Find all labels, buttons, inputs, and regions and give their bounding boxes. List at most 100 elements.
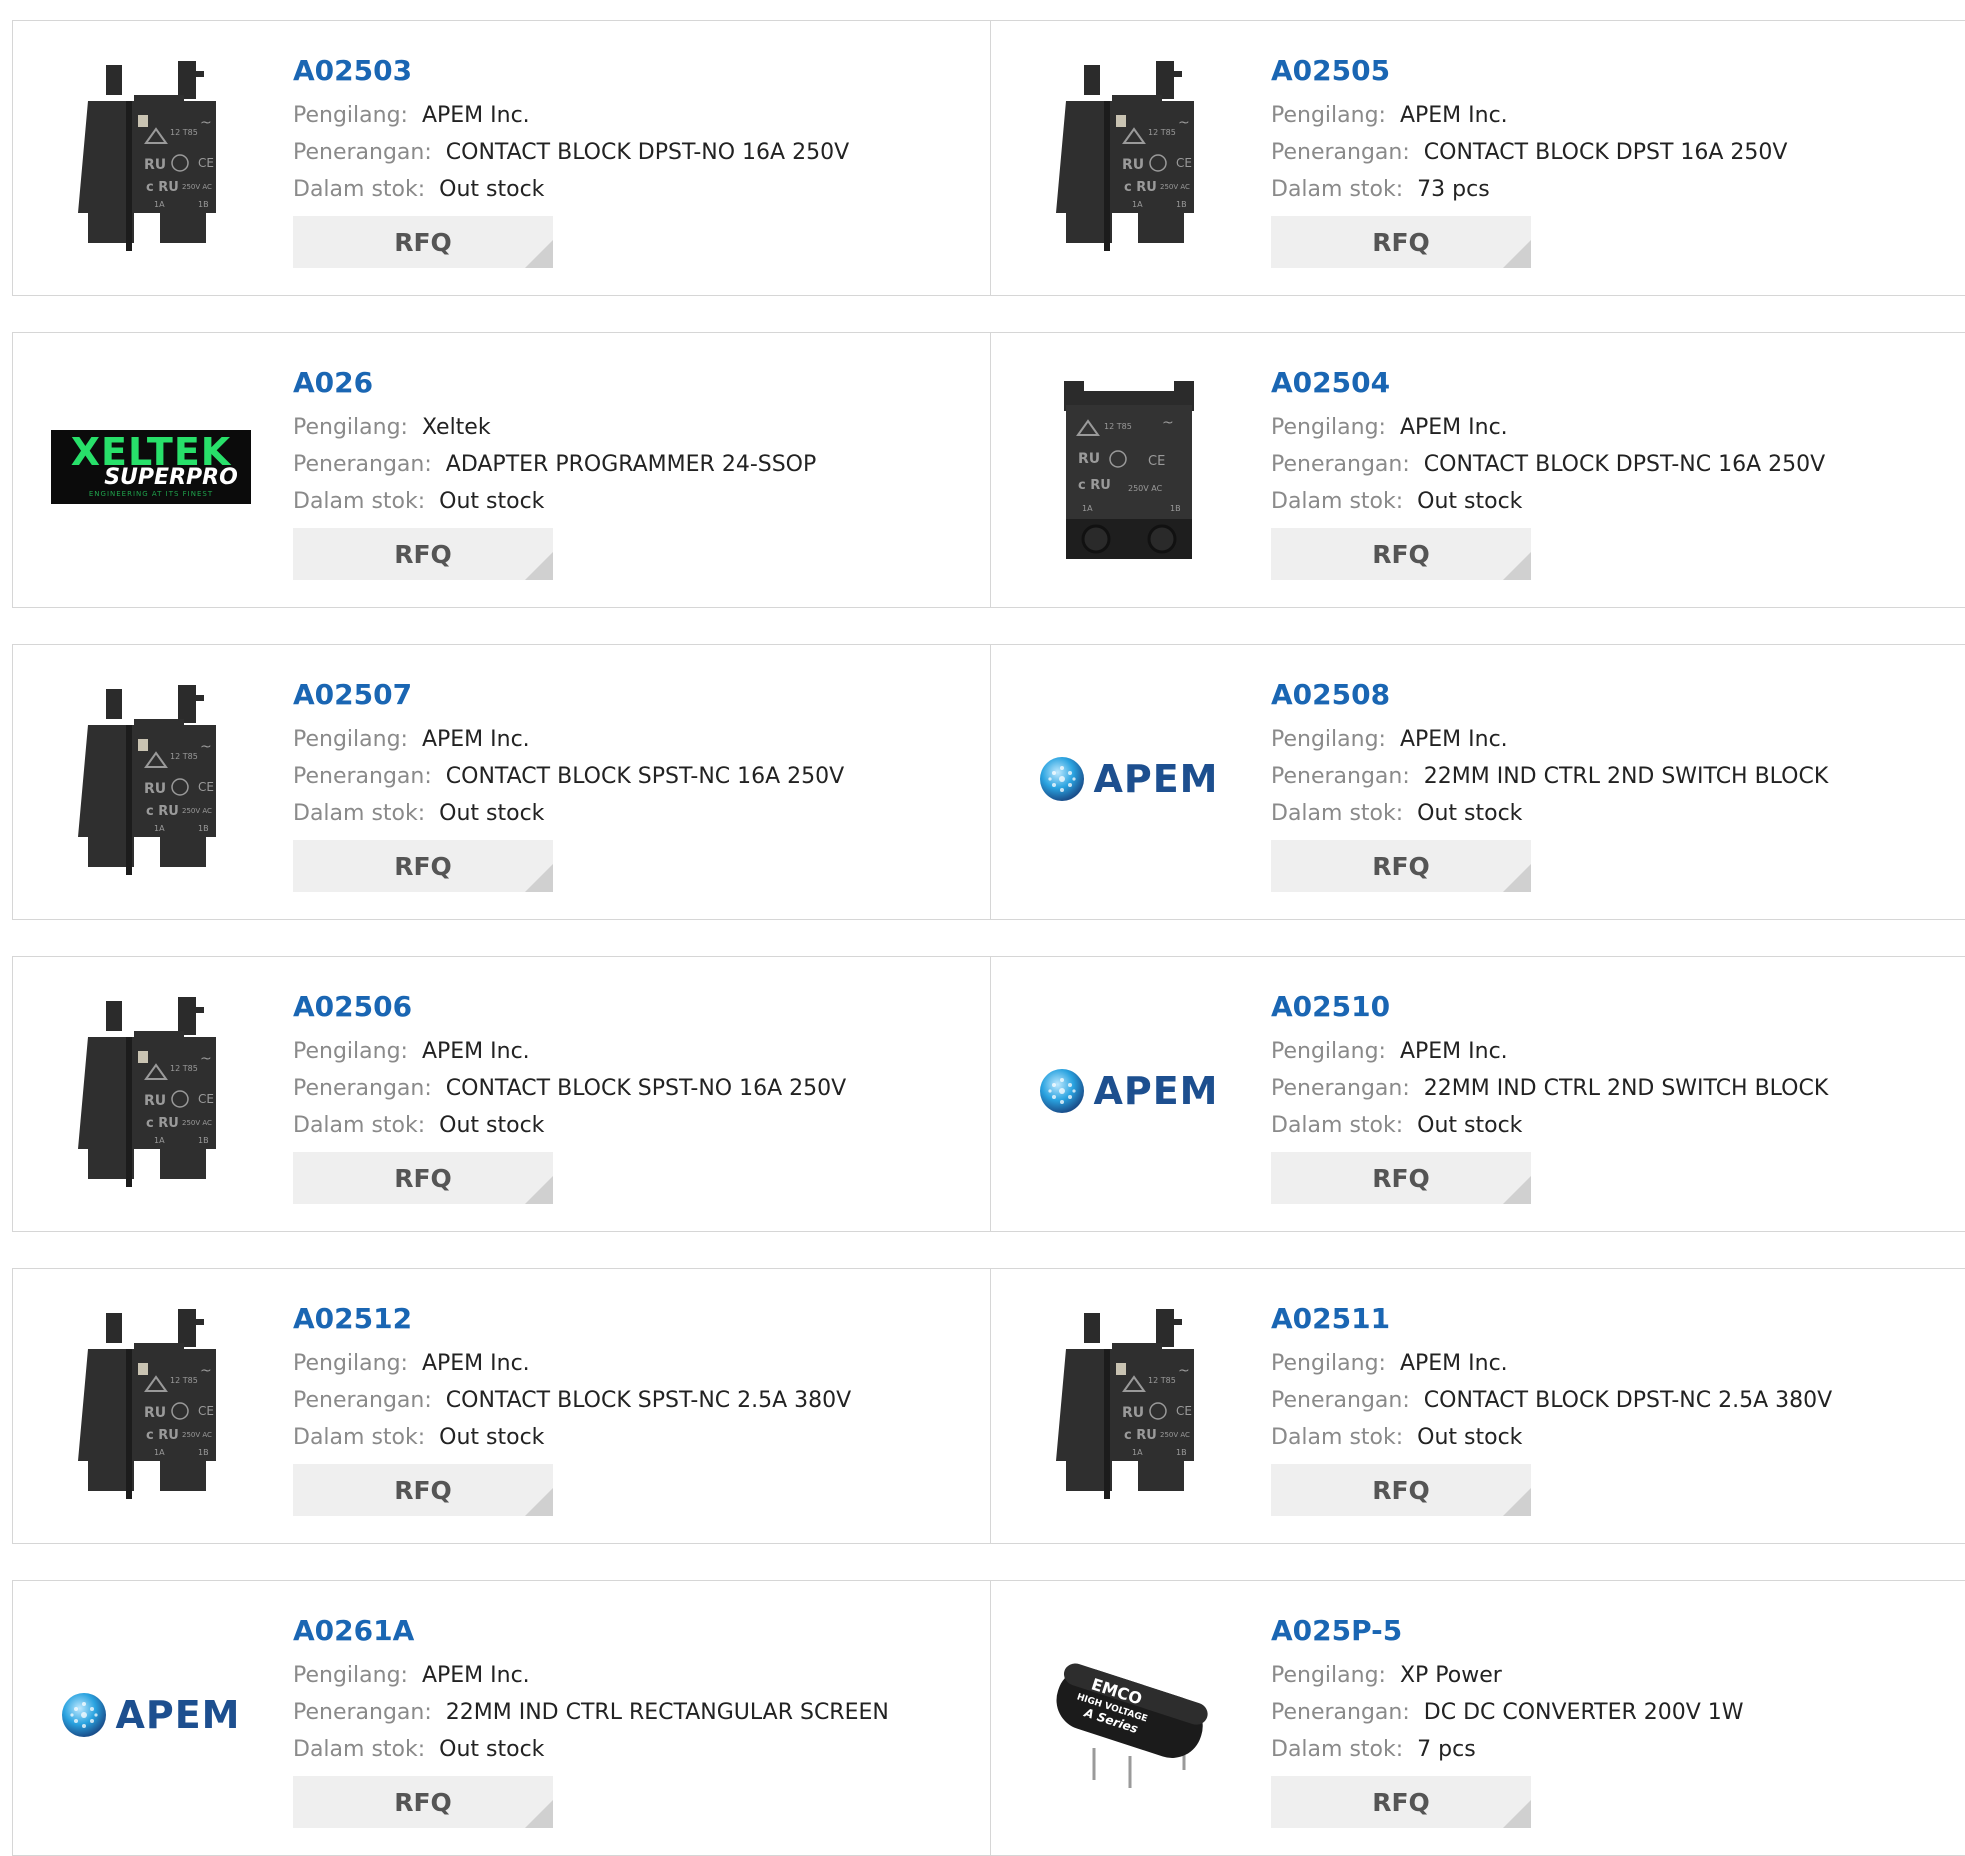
rfq-button-label: RFQ (394, 227, 452, 257)
rfq-corner-decoration (525, 1176, 553, 1204)
product-info: A02512 Pengilang: APEM Inc. Penerangan: CONT… (293, 1299, 851, 1516)
manufacturer-value: APEM Inc. (1399, 103, 1508, 128)
product-thumbnail[interactable]: XELTEK SUPERPRO ENGINEERING AT ITS FINEST (51, 367, 251, 567)
description-label: Penerangan: (293, 1388, 432, 1413)
svg-text:250V AC: 250V AC (1160, 183, 1190, 191)
product-row: 12 T85 ~ RU CE c RU 250V AC 1A 1B A02512… (12, 1268, 1965, 1544)
manufacturer-label: Pengilang: (293, 1039, 408, 1064)
product-card: 12 T85 ~ RU CE c RU 250V AC 1A 1B A02507… (13, 645, 991, 919)
product-row: 12 T85 ~ RU CE c RU 250V AC 1A 1B A02503… (12, 20, 1965, 296)
rfq-button[interactable]: RFQ (1271, 840, 1531, 892)
stock-line: Dalam stok: Out stock (293, 1107, 846, 1144)
product-thumbnail[interactable]: 12 T85 ~ RU CE c RU 250V AC 1A 1B (51, 55, 251, 255)
part-number-link[interactable]: A02508 (1271, 675, 1828, 715)
product-thumbnail[interactable]: 12 T85 ~ RU CE c RU 250V AC 1A 1B (1029, 1303, 1229, 1503)
rfq-corner-decoration (525, 864, 553, 892)
product-thumbnail[interactable]: 12 T85 ~ RU CE c RU 250V AC 1A 1B (51, 991, 251, 1191)
stock-label: Dalam stok: (293, 1425, 426, 1450)
product-thumbnail[interactable]: 12 T85 ~ RU CE c RU 250V AC 1A 1B (51, 1303, 251, 1503)
stock-value: Out stock (1417, 801, 1523, 826)
rfq-button[interactable]: RFQ (293, 216, 553, 268)
svg-text:~: ~ (200, 1051, 212, 1067)
product-card: APEM A0261A Pengilang: APEM Inc. Penerangan:… (13, 1581, 991, 1855)
contact-block-image: 12 T85 ~ RU CE c RU 250V AC 1A 1B (66, 681, 236, 877)
rfq-button-label: RFQ (394, 851, 452, 881)
apem-globe-icon (1040, 1069, 1085, 1113)
description-line: Penerangan: ADAPTER PROGRAMMER 24-SSOP (293, 446, 816, 483)
rfq-corner-decoration (1503, 552, 1531, 580)
part-number-link[interactable]: A02510 (1271, 987, 1828, 1027)
svg-text:1A: 1A (1132, 1448, 1143, 1457)
part-number-link[interactable]: A02512 (293, 1299, 851, 1339)
svg-text:c RU: c RU (146, 804, 179, 819)
description-line: Penerangan: CONTACT BLOCK SPST-NC 2.5A 38… (293, 1382, 851, 1419)
rfq-button[interactable]: RFQ (293, 528, 553, 580)
part-number-link[interactable]: A02506 (293, 987, 846, 1027)
svg-text:~: ~ (200, 739, 212, 755)
manufacturer-label: Pengilang: (1271, 1351, 1386, 1376)
stock-value: Out stock (439, 1737, 545, 1762)
rfq-button[interactable]: RFQ (1271, 1152, 1531, 1204)
svg-text:250V AC: 250V AC (1128, 484, 1163, 493)
svg-text:RU: RU (1122, 1405, 1144, 1421)
description-value: ADAPTER PROGRAMMER 24-SSOP (445, 452, 817, 477)
part-number-link[interactable]: A02504 (1271, 363, 1825, 403)
part-number-link[interactable]: A025P-5 (1271, 1611, 1744, 1651)
rfq-button-label: RFQ (1372, 851, 1430, 881)
svg-text:1B: 1B (198, 1136, 209, 1145)
product-thumbnail[interactable]: APEM (51, 1615, 251, 1815)
rfq-button[interactable]: RFQ (293, 1464, 553, 1516)
svg-text:1B: 1B (198, 200, 209, 209)
svg-text:~: ~ (1162, 415, 1174, 431)
svg-text:12 T85: 12 T85 (1148, 1376, 1176, 1385)
rfq-corner-decoration (525, 1488, 553, 1516)
manufacturer-label: Pengilang: (293, 1351, 408, 1376)
rfq-button[interactable]: RFQ (293, 1776, 553, 1828)
rfq-button[interactable]: RFQ (1271, 1776, 1531, 1828)
description-value: DC DC CONVERTER 200V 1W (1423, 1700, 1744, 1725)
description-label: Penerangan: (293, 140, 432, 165)
rfq-button[interactable]: RFQ (1271, 528, 1531, 580)
part-number-link[interactable]: A02511 (1271, 1299, 1832, 1339)
part-number-link[interactable]: A02505 (1271, 51, 1787, 91)
manufacturer-value: APEM Inc. (1399, 415, 1508, 440)
stock-label: Dalam stok: (1271, 489, 1404, 514)
xeltek-logo: XELTEK SUPERPRO ENGINEERING AT ITS FINEST (51, 430, 251, 504)
product-thumbnail[interactable]: 12 T85 ~ RU CE c RU 250V AC 1A 1B (1029, 367, 1229, 567)
manufacturer-line: Pengilang: XP Power (1271, 1657, 1744, 1694)
product-thumbnail[interactable]: EMCO HIGH VOLTAGE A Series (1029, 1615, 1229, 1815)
svg-text:12 T85: 12 T85 (170, 752, 198, 761)
product-thumbnail[interactable]: APEM (1029, 679, 1229, 879)
product-info: A02508 Pengilang: APEM Inc. Penerangan: 22MM… (1271, 675, 1828, 892)
part-number-link[interactable]: A026 (293, 363, 816, 403)
svg-text:12 T85: 12 T85 (1104, 422, 1132, 431)
rfq-button[interactable]: RFQ (1271, 216, 1531, 268)
description-value: CONTACT BLOCK DPST-NO 16A 250V (445, 140, 850, 165)
part-number-link[interactable]: A02503 (293, 51, 849, 91)
svg-text:1A: 1A (154, 200, 165, 209)
product-thumbnail[interactable]: 12 T85 ~ RU CE c RU 250V AC 1A 1B (51, 679, 251, 879)
stock-line: Dalam stok: 7 pcs (1271, 1731, 1744, 1768)
product-thumbnail[interactable]: APEM (1029, 991, 1229, 1191)
apem-globe-icon (1040, 757, 1085, 801)
product-card: 12 T85 ~ RU CE c RU 250V AC 1A 1B A02504… (991, 333, 1965, 607)
description-value: CONTACT BLOCK SPST-NC 2.5A 380V (445, 1388, 852, 1413)
stock-value: Out stock (439, 1425, 545, 1450)
svg-text:CE: CE (198, 1092, 214, 1106)
svg-text:1A: 1A (1082, 504, 1093, 513)
rfq-button-label: RFQ (394, 1787, 452, 1817)
part-number-link[interactable]: A02507 (293, 675, 844, 715)
svg-text:12 T85: 12 T85 (170, 1064, 198, 1073)
manufacturer-line: Pengilang: APEM Inc. (1271, 721, 1828, 758)
product-info: A02511 Pengilang: APEM Inc. Penerangan: CONT… (1271, 1299, 1832, 1516)
rfq-button[interactable]: RFQ (293, 840, 553, 892)
svg-text:250V AC: 250V AC (1160, 1431, 1190, 1439)
part-number-link[interactable]: A0261A (293, 1611, 889, 1651)
svg-text:1B: 1B (1176, 200, 1187, 209)
description-label: Penerangan: (1271, 452, 1410, 477)
svg-text:~: ~ (1178, 115, 1190, 131)
rfq-button[interactable]: RFQ (293, 1152, 553, 1204)
contact-block-front-image: 12 T85 ~ RU CE c RU 250V AC 1A 1B (1044, 369, 1214, 565)
rfq-button[interactable]: RFQ (1271, 1464, 1531, 1516)
product-thumbnail[interactable]: 12 T85 ~ RU CE c RU 250V AC 1A 1B (1029, 55, 1229, 255)
